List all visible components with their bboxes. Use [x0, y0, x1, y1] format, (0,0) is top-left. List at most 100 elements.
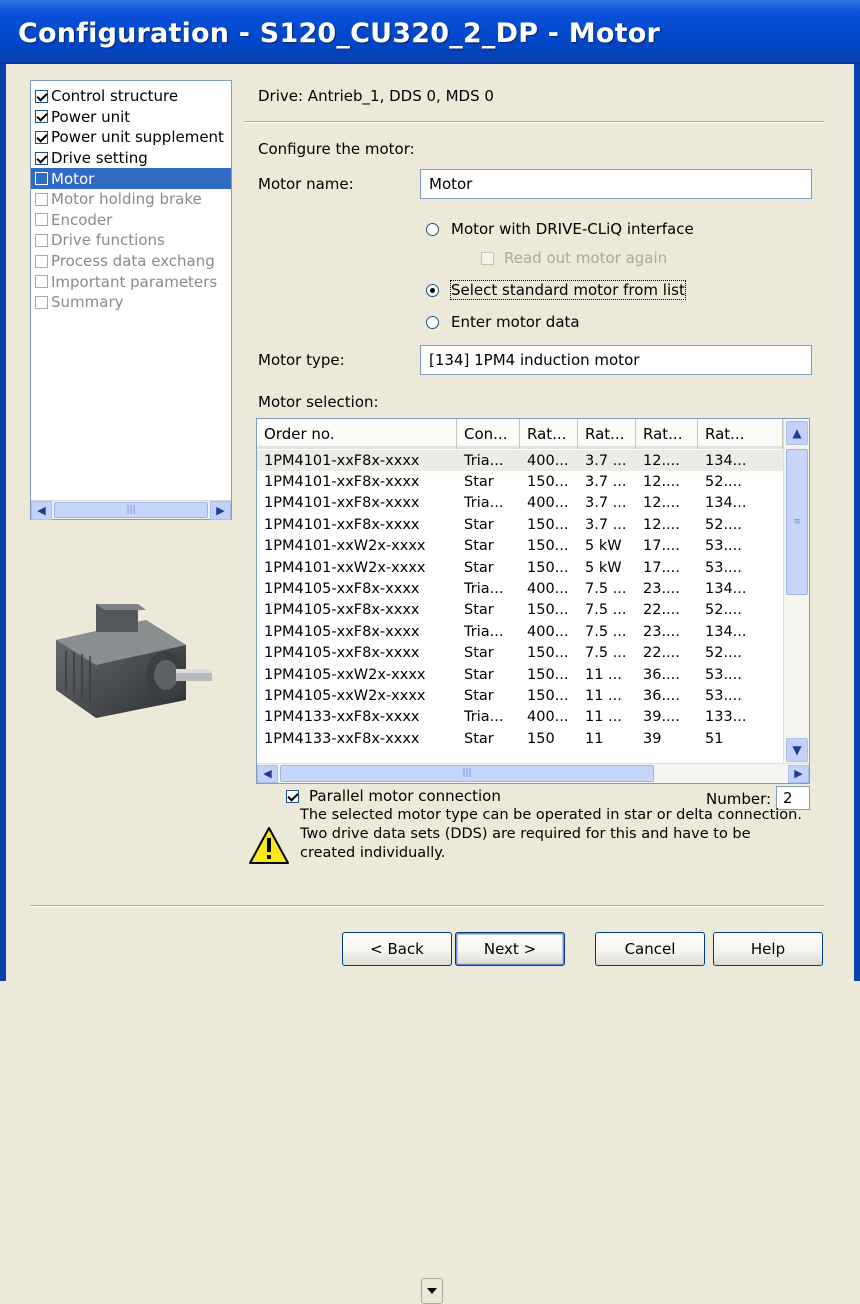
table-cell: Star [464, 559, 494, 576]
motor-image [56, 604, 212, 718]
table-cell: 52.... [705, 516, 742, 533]
radio-enter-data[interactable]: Enter motor data [426, 313, 580, 331]
table-cell: 400... [527, 495, 569, 512]
table-cell: Tria... [464, 581, 504, 598]
wizard-step-item[interactable]: Control structure [31, 86, 231, 107]
table-cell: 150... [527, 474, 569, 491]
wizard-step-item[interactable]: Motor holding brake [31, 189, 231, 210]
table-row[interactable]: 1PM4105-xxW2x-xxxx Star 150... 11 ... 36....… [257, 685, 783, 706]
table-cell: 22.... [643, 602, 680, 619]
table-cell: Star [464, 516, 494, 533]
column-header[interactable]: Con... [457, 419, 520, 449]
table-cell: 150... [527, 516, 569, 533]
table-cell: 1PM4133-xxF8x-xxxx [264, 709, 420, 726]
separator [30, 905, 824, 907]
table-cell: 52.... [705, 602, 742, 619]
chevron-left-icon[interactable]: ◀ [257, 764, 278, 783]
table-cell: 17.... [643, 559, 680, 576]
motor-type-dropdown[interactable]: [134] 1PM4 induction motor [420, 345, 812, 1304]
table-cell: 1PM4101-xxW2x-xxxx [264, 559, 426, 576]
table-row[interactable]: 1PM4101-xxF8x-xxxx Tria... 400... 3.7 ... 12… [257, 493, 783, 514]
motor-selection-list[interactable]: Order no. Con... Rat... Rat... Rat... Rat... … [256, 418, 810, 784]
table-cell: 36.... [643, 666, 680, 683]
scroll-thumb[interactable]: ||| [280, 764, 654, 782]
wizard-step-label: Control structure [51, 87, 179, 106]
wizard-step-label: Motor holding brake [51, 190, 202, 209]
wizard-step-item[interactable]: Motor [31, 168, 231, 189]
wizard-step-tree[interactable]: Control structure Power unit Power unit su… [30, 80, 232, 520]
table-row[interactable]: 1PM4101-xxF8x-xxxx Tria... 400... 3.7 ... 12… [257, 450, 783, 472]
table-cell: 39.... [643, 709, 680, 726]
radio-drive-cliq[interactable]: Motor with DRIVE-CLiQ interface [426, 220, 694, 238]
cancel-button[interactable]: Cancel [595, 932, 705, 966]
table-cell: 1PM4105-xxF8x-xxxx [264, 645, 420, 662]
back-button[interactable]: < Back [342, 932, 452, 966]
next-button[interactable]: Next > [455, 932, 565, 966]
table-cell: Star [464, 687, 494, 704]
chevron-right-icon[interactable]: ▶ [788, 764, 809, 783]
table-row[interactable]: 1PM4105-xxF8x-xxxx Star 150... 7.5 ... 22...… [257, 643, 783, 664]
checkbox-checked[interactable] [286, 789, 299, 803]
table-cell: 7.5 ... [585, 623, 627, 640]
list-horizontal-scrollbar[interactable]: ◀ ||| ▶ [257, 763, 809, 783]
column-header[interactable]: Rat... [520, 419, 578, 449]
column-header[interactable]: Order no. [257, 419, 457, 449]
scroll-thumb[interactable]: ||| [54, 502, 208, 518]
radio-button-selected[interactable] [426, 283, 439, 297]
wizard-step-item[interactable]: Encoder [31, 210, 231, 231]
radio-standard-motor[interactable]: Select standard motor from list [426, 280, 686, 300]
motor-name-label: Motor name: [258, 175, 354, 193]
scroll-thumb[interactable]: ≡ [786, 449, 808, 595]
motor-name-field[interactable]: Motor [420, 169, 812, 199]
radio-button[interactable] [426, 315, 439, 329]
table-cell: 11 ... [585, 687, 622, 704]
window-frame-left [0, 64, 6, 981]
motor-type-label: Motor type: [258, 351, 345, 369]
wizard-step-item[interactable]: Important parameters [31, 271, 231, 292]
radio-drive-cliq-label: Motor with DRIVE-CLiQ interface [451, 220, 694, 238]
table-cell: 1PM4101-xxF8x-xxxx [264, 516, 420, 533]
chevron-down-icon[interactable]: ▼ [786, 738, 808, 762]
table-row[interactable]: 1PM4101-xxF8x-xxxx Star 150... 3.7 ... 12...… [257, 514, 783, 535]
radio-button[interactable] [426, 222, 439, 236]
table-cell: 51 [705, 730, 724, 747]
chevron-left-icon[interactable]: ◀ [31, 501, 52, 520]
wizard-step-item[interactable]: Power unit supplement [31, 127, 231, 148]
table-row[interactable]: 1PM4133-xxF8x-xxxx Star 150 11 39 51 [257, 728, 783, 749]
checkbox [35, 172, 48, 186]
table-row[interactable]: 1PM4133-xxF8x-xxxx Tria... 400... 11 ... 39.… [257, 707, 783, 728]
table-row[interactable]: 1PM4105-xxF8x-xxxx Tria... 400... 7.5 ... 23… [257, 578, 783, 599]
chevron-up-icon[interactable]: ▲ [786, 421, 808, 445]
help-button[interactable]: Help [713, 932, 823, 966]
scroll-track[interactable]: ||| [278, 764, 788, 783]
wizard-step-item[interactable]: Summary [31, 292, 231, 313]
table-row[interactable]: 1PM4105-xxW2x-xxxx Star 150... 11 ... 36....… [257, 664, 783, 685]
tree-horizontal-scrollbar[interactable]: ◀ ||| ▶ [31, 500, 231, 520]
checkbox-checked [35, 130, 48, 144]
wizard-step-item[interactable]: Process data exchang [31, 251, 231, 272]
table-row[interactable]: 1PM4101-xxW2x-xxxx Star 150... 5 kW 17.... 53… [257, 536, 783, 557]
table-cell: 12.... [643, 495, 680, 512]
separator [244, 121, 824, 123]
column-header[interactable]: Rat... [636, 419, 698, 449]
table-row[interactable]: 1PM4101-xxF8x-xxxx Star 150... 3.7 ... 12...… [257, 471, 783, 492]
title-bar: Configuration - S120_CU320_2_DP - Motor [0, 0, 860, 64]
wizard-step-item[interactable]: Drive functions [31, 230, 231, 251]
list-vertical-scrollbar[interactable]: ▲ ≡ ▼ [783, 419, 809, 764]
parallel-connection-checkbox[interactable]: Parallel motor connection [286, 787, 501, 805]
wizard-step-item[interactable]: Drive setting [31, 148, 231, 169]
table-cell: 150... [527, 538, 569, 555]
table-row[interactable]: 1PM4105-xxF8x-xxxx Star 150... 7.5 ... 22...… [257, 600, 783, 621]
chevron-right-icon[interactable]: ▶ [210, 501, 231, 520]
table-cell: Star [464, 538, 494, 555]
column-header[interactable]: Rat... [698, 419, 783, 449]
column-header[interactable]: Rat... [578, 419, 636, 449]
table-row[interactable]: 1PM4101-xxW2x-xxxx Star 150... 5 kW 17.... 53… [257, 557, 783, 578]
wizard-step-item[interactable]: Power unit [31, 107, 231, 128]
table-row[interactable]: 1PM4105-xxF8x-xxxx Tria... 400... 7.5 ... 23… [257, 621, 783, 642]
checkbox-checked [35, 89, 48, 103]
table-cell: 53.... [705, 559, 742, 576]
table-cell: 52.... [705, 645, 742, 662]
chevron-down-icon[interactable] [421, 1278, 443, 1304]
checkbox [481, 251, 494, 265]
